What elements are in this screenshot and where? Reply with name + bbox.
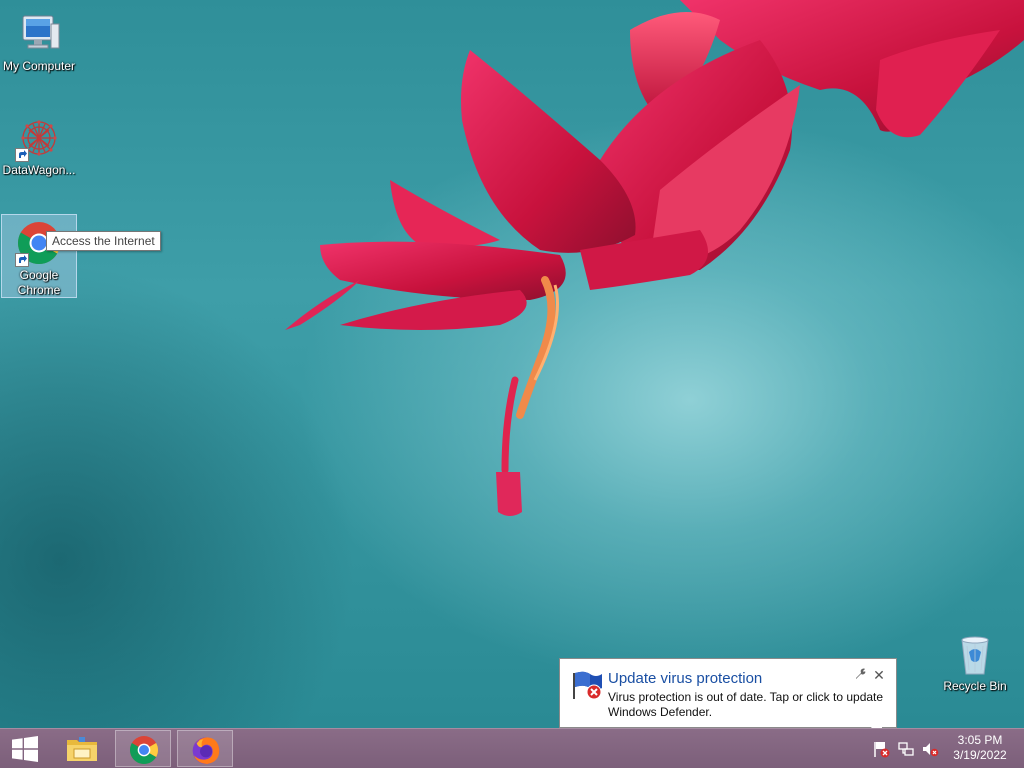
network-icon[interactable] [897, 740, 915, 758]
wrench-icon[interactable] [852, 667, 868, 683]
recycle-bin-icon[interactable]: Recycle Bin [937, 626, 1013, 694]
clock-date: 3/19/2022 [953, 748, 1007, 762]
close-icon[interactable]: ✕ [871, 667, 887, 683]
notification-title: Update virus protection [608, 670, 763, 687]
my-computer-icon[interactable]: My Computer [1, 6, 77, 74]
taskbar: 3:05 PM 3/19/2022 [0, 728, 1024, 768]
update-virus-protection-notification[interactable]: Update virus protection Virus protection… [559, 658, 897, 728]
google-chrome-label: Google Chrome [17, 268, 61, 297]
start-button[interactable] [0, 729, 50, 769]
taskbar-clock[interactable]: 3:05 PM 3/19/2022 [944, 733, 1016, 763]
shortcut-arrow-icon [15, 148, 29, 162]
action-center-flag-error-icon[interactable] [872, 740, 890, 758]
taskbar-file-explorer[interactable] [53, 730, 109, 767]
chrome-icon [129, 736, 159, 765]
windows-logo-icon [12, 736, 38, 762]
taskbar-chrome[interactable] [115, 730, 171, 767]
my-computer-label: My Computer [2, 59, 76, 73]
chrome-tooltip: Access the Internet [46, 231, 161, 251]
clock-time: 3:05 PM [957, 733, 1003, 747]
shortcut-arrow-icon [15, 253, 29, 267]
action-center-flag-error-icon [573, 671, 602, 700]
trash-bin-icon [961, 636, 989, 675]
file-explorer-icon [67, 737, 97, 761]
datawagon-label: DataWagon... [2, 163, 76, 177]
computer-icon [22, 15, 60, 49]
datawagon-shortcut[interactable]: DataWagon... [1, 110, 77, 178]
notification-body: Virus protection is out of date. Tap or … [608, 690, 884, 719]
google-chrome-shortcut[interactable]: Google Chrome [1, 214, 77, 298]
wallpaper-flower [285, 0, 1024, 516]
firefox-icon [192, 737, 220, 764]
speaker-muted-icon[interactable] [921, 740, 939, 758]
taskbar-firefox[interactable] [177, 730, 233, 767]
recycle-bin-label: Recycle Bin [943, 679, 1007, 693]
desktop[interactable]: My Computer DataWagon... Google Chrome R… [0, 0, 1024, 728]
